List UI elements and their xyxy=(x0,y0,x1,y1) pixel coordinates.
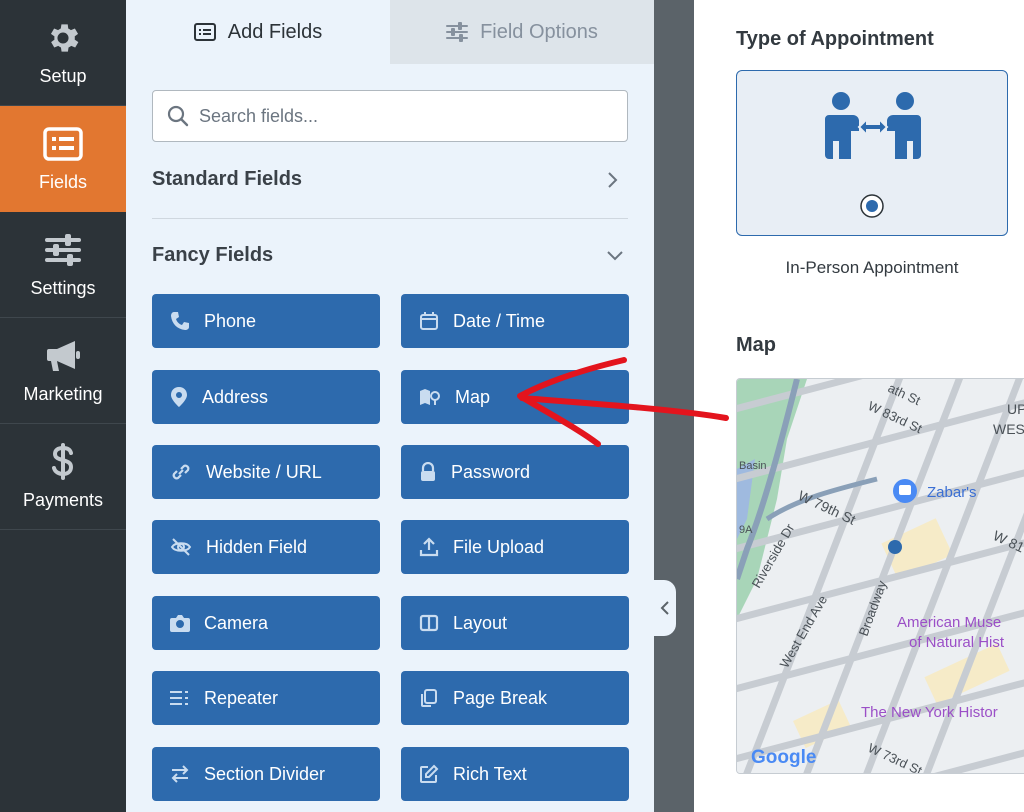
field-hidden-button[interactable]: Hidden Field xyxy=(152,520,380,574)
group-title: Fancy Fields xyxy=(152,244,274,266)
field-file-upload-button[interactable]: File Upload xyxy=(401,520,629,574)
group-title: Standard Fields xyxy=(152,168,303,190)
field-address-button[interactable]: Address xyxy=(152,370,380,424)
copy-icon xyxy=(421,689,437,707)
nav-label: Settings xyxy=(30,278,96,298)
field-label: Map xyxy=(455,386,491,407)
map-label: American Muse xyxy=(897,614,1001,631)
map-label: of Natural Hist xyxy=(909,634,1005,651)
collapse-panel-button[interactable] xyxy=(654,580,676,636)
field-label: Layout xyxy=(453,612,508,633)
map-embed[interactable]: W 83rd St ath St W 79th St Riverside Dr … xyxy=(736,378,1024,774)
nav-label: Payments xyxy=(22,490,104,510)
search-box xyxy=(152,90,628,142)
sliders-icon xyxy=(43,230,83,270)
map-pin-icon xyxy=(171,387,187,407)
field-label: Password xyxy=(451,461,531,482)
field-phone-button[interactable]: Phone xyxy=(152,294,380,348)
field-repeater-button[interactable]: Repeater xyxy=(152,671,380,725)
fields-panel: Add Fields Field Options Standard Fields… xyxy=(126,0,654,812)
phone-icon xyxy=(171,312,189,330)
tab-label: Add Fields xyxy=(227,20,323,43)
field-label: Website / URL xyxy=(206,461,322,482)
nav-item-fields[interactable]: Fields xyxy=(0,106,126,212)
field-label: Address xyxy=(202,386,269,407)
map-title: Map xyxy=(736,334,776,356)
upload-icon xyxy=(419,537,439,557)
list-icon xyxy=(43,124,83,164)
field-label: Phone xyxy=(204,310,257,331)
edit-icon xyxy=(420,764,439,783)
tab-field-options[interactable]: Field Options xyxy=(390,0,654,64)
panel-tabs: Add Fields Field Options xyxy=(126,0,654,64)
field-label: Rich Text xyxy=(453,763,527,784)
field-password-button[interactable]: Password xyxy=(401,445,629,499)
appointment-option-label: In-Person Appointment xyxy=(785,258,959,277)
map-label: UP xyxy=(1007,401,1024,417)
sliders-icon xyxy=(446,22,469,42)
appointment-title: Type of Appointment xyxy=(736,28,934,50)
nav-label: Setup xyxy=(39,66,87,86)
field-map-button[interactable]: Map xyxy=(401,370,629,424)
search-input[interactable] xyxy=(199,105,599,127)
field-date-time-button[interactable]: Date / Time xyxy=(401,294,629,348)
lock-icon xyxy=(421,462,435,481)
camera-icon xyxy=(170,615,190,632)
map-label: 9A xyxy=(739,524,753,536)
field-label: Date / Time xyxy=(453,310,546,331)
panel-gutter xyxy=(654,0,694,812)
repeater-icon xyxy=(170,691,188,705)
tab-add-fields[interactable]: Add Fields xyxy=(126,0,390,64)
standard-fields-header[interactable]: Standard Fields xyxy=(152,168,628,191)
columns-icon xyxy=(419,614,439,632)
nav-item-marketing[interactable]: Marketing xyxy=(0,318,126,424)
field-label: Repeater xyxy=(204,687,279,708)
map-label: Zabar's xyxy=(927,484,977,501)
field-label: Section Divider xyxy=(204,763,326,784)
map-label: WES xyxy=(993,421,1024,437)
fancy-fields-header[interactable]: Fancy Fields xyxy=(152,244,628,267)
dollar-icon xyxy=(43,442,83,482)
field-layout-button[interactable]: Layout xyxy=(401,596,629,650)
nav-item-payments[interactable]: Payments xyxy=(0,424,126,530)
field-page-break-button[interactable]: Page Break xyxy=(401,671,629,725)
appointment-option-card[interactable] xyxy=(736,70,1008,236)
chevron-left-icon xyxy=(660,601,669,615)
field-section-divider-button[interactable]: Section Divider xyxy=(152,747,380,801)
field-label: File Upload xyxy=(453,536,545,557)
field-rich-text-button[interactable]: Rich Text xyxy=(401,747,629,801)
form-preview: Type of Appointment In-Person Appointmen… xyxy=(694,0,1024,812)
main-nav: Setup Fields Settings Marketing Payments xyxy=(0,0,126,812)
link-icon xyxy=(172,464,190,480)
arrows-icon xyxy=(171,765,189,783)
tab-label: Field Options xyxy=(480,20,598,43)
nav-label: Fields xyxy=(38,172,87,192)
chevron-right-icon xyxy=(608,171,618,188)
field-label: Camera xyxy=(204,612,269,633)
divider xyxy=(152,218,628,219)
eye-slash-icon xyxy=(170,538,192,556)
chevron-down-icon xyxy=(607,250,623,260)
field-camera-button[interactable]: Camera xyxy=(152,596,380,650)
gear-icon xyxy=(43,18,83,58)
field-website-url-button[interactable]: Website / URL xyxy=(152,445,380,499)
nav-item-setup[interactable]: Setup xyxy=(0,0,126,106)
map-icon xyxy=(420,389,440,405)
search-icon xyxy=(167,105,189,127)
map-label: Basin xyxy=(739,460,767,472)
field-label: Hidden Field xyxy=(206,536,308,557)
radio-selected-icon[interactable] xyxy=(859,193,885,219)
field-label: Page Break xyxy=(453,687,548,708)
list-box-icon xyxy=(193,23,216,41)
people-exchange-icon xyxy=(825,92,921,159)
megaphone-icon xyxy=(43,336,83,376)
nav-item-settings[interactable]: Settings xyxy=(0,212,126,318)
map-canvas: W 83rd St ath St W 79th St Riverside Dr … xyxy=(737,379,1024,773)
calendar-icon xyxy=(420,312,438,330)
nav-label: Marketing xyxy=(23,384,103,404)
google-logo: Google xyxy=(751,747,816,768)
map-label: The New York Histor xyxy=(861,704,998,721)
